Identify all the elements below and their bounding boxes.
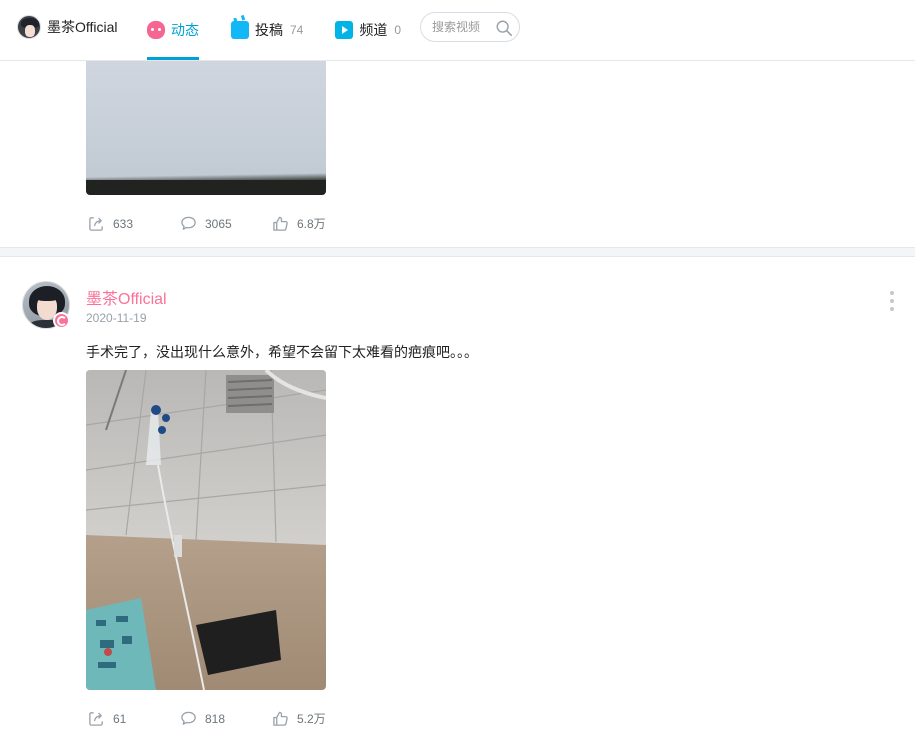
feed-post: 633 3065 6.8万 [0,61,915,248]
tab-label: 投稿 [255,22,283,38]
user-name: 墨茶Official [47,19,118,35]
tab-dynamic[interactable]: 动态 [147,0,199,60]
tab-count: 74 [290,23,304,37]
search-box [420,12,520,42]
share-button[interactable]: 633 [88,215,180,232]
comment-count: 818 [205,711,226,726]
tab-label: 动态 [171,22,199,38]
tab-bar: 动态 投稿 74 频道 0 [147,0,433,60]
post-date: 2020-11-19 [86,311,147,325]
tv-icon [231,21,249,39]
user-profile-link[interactable]: 墨茶Official [17,15,118,39]
search-icon[interactable] [495,19,513,37]
post-separator [0,247,915,257]
feed-post: 墨茶Official 2020-11-19 手术完了，没出现什么意外，希望不会留… [0,257,915,741]
play-icon [335,21,354,39]
tab-channels[interactable]: 频道 0 [335,0,401,60]
share-count: 633 [113,216,134,231]
like-count: 6.8万 [297,217,326,231]
comment-icon [181,216,196,230]
post-text: 手术完了，没出现什么意外，希望不会留下太难看的疤痕吧。。。 [86,344,478,360]
user-avatar [17,15,41,39]
comment-button[interactable]: 3065 [180,215,272,232]
post-image[interactable] [86,370,326,690]
like-button[interactable]: 6.8万 [272,215,326,232]
comment-button[interactable]: 818 [180,710,272,727]
share-count: 61 [113,711,127,726]
search-input[interactable] [432,20,494,34]
post-image[interactable] [86,61,326,195]
tab-count: 0 [394,23,402,37]
like-count: 5.2万 [297,712,326,726]
comment-count: 3065 [205,216,232,231]
share-icon [89,217,103,231]
top-nav: 墨茶Official 动态 投稿 74 频道 0 [0,0,915,61]
author-name[interactable]: 墨茶Official [86,285,167,309]
post-actions: 633 3065 6.8万 [88,215,326,232]
dynamic-icon [147,21,165,39]
like-button[interactable]: 5.2万 [272,710,326,727]
more-icon[interactable] [884,291,900,311]
share-button[interactable]: 61 [88,710,180,727]
tab-label: 频道 [359,22,388,38]
post-actions: 61 818 5.2万 [88,710,326,727]
verified-badge-icon [53,312,70,329]
like-icon [273,216,288,231]
share-icon [89,712,103,726]
comment-icon [181,711,196,725]
like-icon [273,711,288,726]
tab-uploads[interactable]: 投稿 74 [231,0,303,60]
